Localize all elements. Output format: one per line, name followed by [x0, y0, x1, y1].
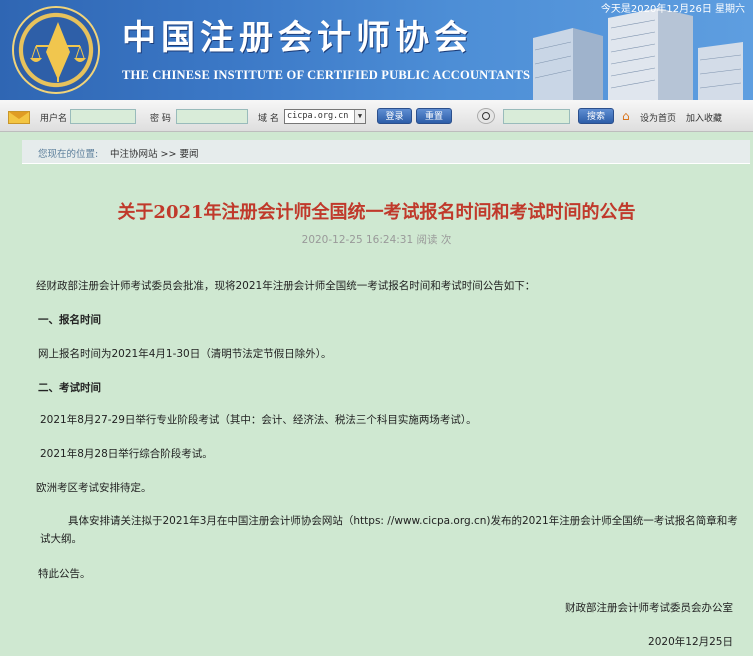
site-title-cn: 中国注册会计师协会: [122, 18, 473, 58]
breadcrumb-prefix: 您现在的位置:: [38, 149, 99, 160]
breadcrumb: 您现在的位置: 中注协网站 >> 要闻: [22, 140, 750, 164]
reset-button[interactable]: 重置: [416, 108, 452, 124]
login-button[interactable]: 登录: [377, 108, 412, 124]
site-title-en: THE CHINESE INSTITUTE OF CERTIFIED PUBLI…: [122, 68, 531, 82]
search-button[interactable]: 搜索: [578, 108, 614, 124]
article-paragraph: 经财政部注册会计师考试委员会批准，现将2021年注册会计师全国统一考试报名时间和…: [36, 280, 536, 292]
add-favorite-link[interactable]: 加入收藏: [686, 111, 722, 124]
domain-select[interactable]: cicpa.org.cn ▼: [284, 109, 366, 124]
search-icon[interactable]: [477, 108, 495, 124]
domain-label: 域 名: [258, 114, 279, 124]
chevron-down-icon: ▼: [354, 110, 365, 123]
current-date: 今天是2020年12月26日 星期六: [600, 4, 745, 15]
article-title: 关于2021年注册会计师全国统一考试报名时间和考试时间的公告: [117, 202, 636, 223]
site-banner: 中国注册会计师协会 THE CHINESE INSTITUTE OF CERTI…: [0, 0, 753, 100]
article-paragraph: 欧洲考区考试安排待定。: [36, 482, 152, 494]
signature: 财政部注册会计师考试委员会办公室: [565, 602, 733, 614]
domain-select-value: cicpa.org.cn: [287, 111, 349, 121]
login-bar: 用户名 密 码 域 名 cicpa.org.cn ▼ 登录 重置 搜索 ⌂ 设为…: [0, 100, 753, 132]
search-input[interactable]: [503, 109, 570, 124]
article-paragraph: 具体安排请关注拟于2021年3月在中国注册会计师协会网站（https: //ww…: [40, 515, 738, 545]
section-heading: 二、考试时间: [38, 382, 101, 394]
article-paragraph: 网上报名时间为2021年4月1-30日（清明节法定节假日除外）。: [38, 348, 332, 360]
buildings-image: [533, 8, 743, 100]
sign-date: 2020年12月25日: [648, 636, 733, 648]
article-paragraph: 2021年8月27-29日举行专业阶段考试（其中：会计、经济法、税法三个科目实施…: [40, 414, 477, 426]
username-input[interactable]: [70, 109, 136, 124]
section-heading: 一、报名时间: [38, 314, 101, 326]
cicpa-emblem-icon: [12, 6, 100, 94]
article-meta: 2020-12-25 16:24:31 阅读 次: [301, 234, 452, 246]
set-home-link[interactable]: 设为首页: [640, 111, 676, 124]
home-icon[interactable]: ⌂: [622, 109, 630, 123]
mail-icon[interactable]: [8, 111, 30, 124]
article-paragraph: 2021年8月28日举行综合阶段考试。: [40, 448, 213, 460]
password-input[interactable]: [176, 109, 248, 124]
password-label: 密 码: [150, 114, 171, 124]
breadcrumb-path[interactable]: 中注协网站 >> 要闻: [110, 146, 198, 160]
article-paragraph: 特此公告。: [38, 568, 91, 580]
username-label: 用户名: [40, 114, 68, 124]
